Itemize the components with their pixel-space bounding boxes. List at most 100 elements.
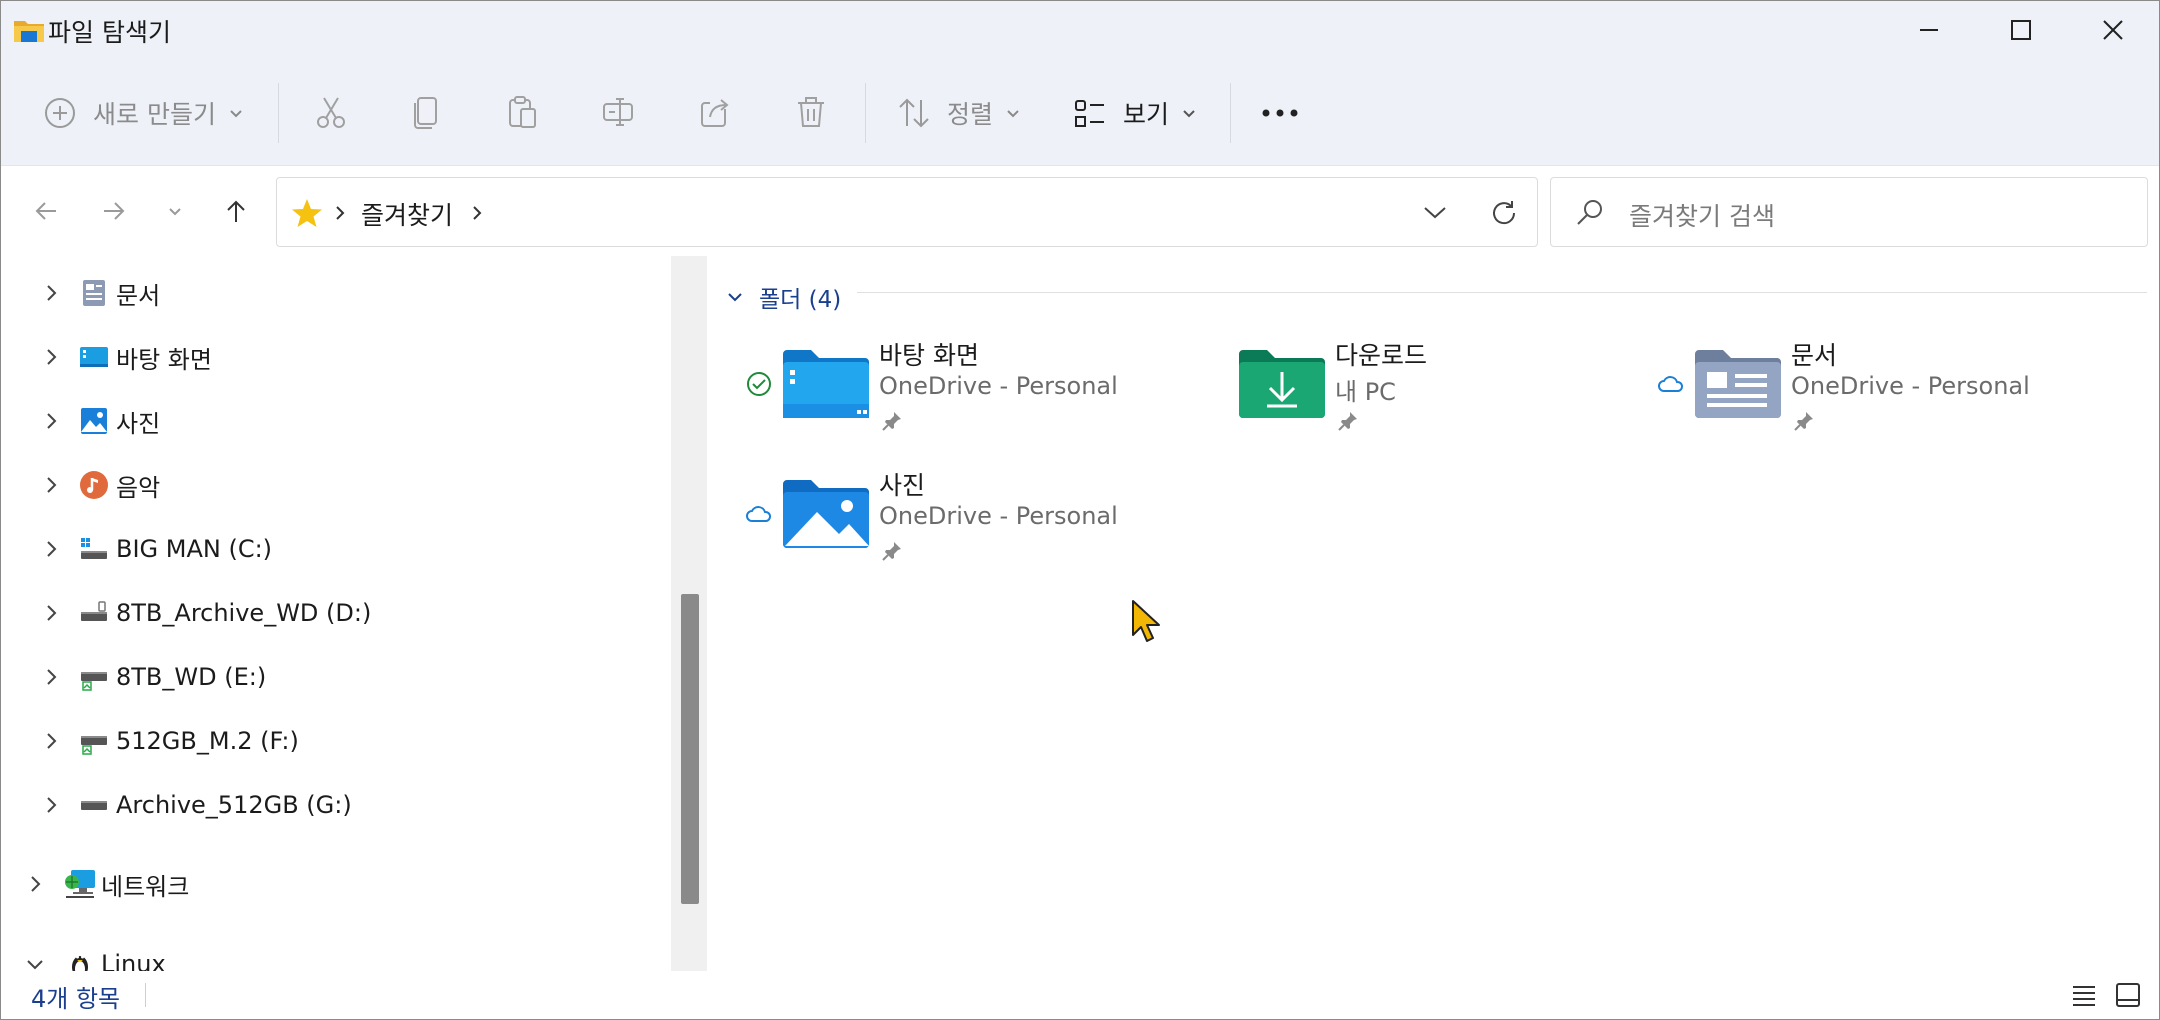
share-icon — [701, 99, 729, 127]
chevron-right-icon[interactable] — [39, 665, 63, 689]
pin-icon — [1794, 412, 1813, 431]
chevron-right-icon[interactable] — [39, 729, 63, 753]
folder-location: OneDrive - Personal — [879, 502, 1118, 530]
share-button[interactable] — [697, 90, 733, 136]
documents-folder-icon — [1695, 350, 1781, 418]
search-icon — [1577, 200, 1602, 225]
drive-icon — [81, 601, 107, 621]
folder-name: 바탕 화면 — [879, 341, 979, 370]
nav-item-music[interactable]: 음악 — [1, 460, 661, 510]
mouse-cursor-icon — [1132, 600, 1160, 642]
nav-item-drive-d[interactable]: 8TB_Archive_WD (D:) — [1, 588, 661, 638]
nav-item-drive-e[interactable]: 8TB_WD (E:) — [1, 652, 661, 702]
nav-pane-scrollbar[interactable] — [671, 256, 707, 971]
drive-icon — [81, 672, 107, 691]
group-title: 폴더 (4) — [759, 287, 842, 313]
minimize-button[interactable] — [1883, 1, 1975, 58]
group-divider — [857, 292, 2147, 293]
breadcrumb-separator-icon — [336, 206, 345, 220]
copy-button[interactable] — [409, 90, 445, 136]
breadcrumb-favorites[interactable]: 즐겨찾기 — [361, 196, 453, 232]
nav-item-label: 8TB_Archive_WD (D:) — [116, 599, 372, 627]
arrow-right-icon — [104, 202, 125, 220]
nav-item-drive-c[interactable]: BIG MAN (C:) — [1, 524, 661, 574]
file-explorer-app-icon — [14, 21, 44, 42]
folder-location: 내 PC — [1335, 378, 1396, 406]
sort-button[interactable]: 정렬 — [897, 90, 1021, 136]
rename-button[interactable] — [601, 90, 637, 136]
close-icon — [2103, 19, 2123, 40]
back-button[interactable] — [23, 188, 69, 234]
pin-icon — [882, 412, 901, 431]
copy-icon — [414, 97, 437, 129]
rename-icon — [603, 98, 633, 126]
nav-item-documents[interactable]: 문서 — [1, 268, 661, 318]
chevron-right-icon[interactable] — [39, 473, 63, 497]
nav-item-linux[interactable]: Linux — [1, 939, 661, 971]
chevron-right-icon[interactable] — [23, 872, 47, 896]
address-history-chevron-icon[interactable] — [1422, 202, 1448, 222]
up-button[interactable] — [213, 188, 259, 234]
recent-locations-button[interactable] — [152, 188, 198, 234]
more-icon — [1262, 109, 1298, 117]
search-placeholder: 즐겨찾기 검색 — [1629, 202, 1775, 231]
status-divider — [145, 983, 146, 1007]
folder-tile-downloads[interactable]: 다운로드 내 PC — [1201, 336, 1621, 446]
nav-item-label: 8TB_WD (E:) — [116, 663, 267, 691]
maximize-button[interactable] — [1975, 1, 2067, 58]
chevron-right-icon[interactable] — [39, 281, 63, 305]
documents-icon — [83, 280, 105, 306]
large-icons-view-icon[interactable] — [2115, 982, 2141, 1008]
chevron-down-icon — [1007, 110, 1019, 118]
cloud-icon — [746, 506, 772, 522]
address-row: 즐겨찾기 즐겨찾기 검색 — [1, 166, 2159, 256]
scrollbar-thumb[interactable] — [681, 594, 699, 904]
linux-icon — [72, 955, 88, 971]
chevron-right-icon[interactable] — [39, 409, 63, 433]
breadcrumb-separator-icon — [473, 206, 482, 220]
window-title: 파일 탐색기 — [48, 18, 171, 47]
folder-name: 다운로드 — [1335, 341, 1428, 370]
nav-item-drive-f[interactable]: 512GB_M.2 (F:) — [1, 716, 661, 766]
address-bar[interactable]: 즐겨찾기 — [276, 177, 1538, 247]
details-view-icon[interactable] — [2071, 983, 2097, 1007]
nav-item-label: Archive_512GB (G:) — [116, 791, 352, 819]
nav-item-desktop[interactable]: 바탕 화면 — [1, 332, 661, 382]
forward-button[interactable] — [91, 188, 137, 234]
toolbar-divider — [278, 83, 279, 143]
folders-group-header[interactable]: 폴더 (4) — [725, 280, 841, 314]
toolbar-divider — [1230, 83, 1231, 143]
music-icon — [80, 471, 108, 499]
new-button[interactable]: 새로 만들기 — [43, 90, 244, 136]
content-pane: 폴더 (4) 바탕 화면 OneDrive - Personal 다운로드 내 … — [707, 256, 2159, 971]
chevron-right-icon[interactable] — [39, 345, 63, 369]
more-button[interactable] — [1261, 90, 1299, 136]
nav-item-label: 바탕 화면 — [116, 345, 212, 374]
nav-item-drive-g[interactable]: Archive_512GB (G:) — [1, 780, 661, 830]
folder-tile-desktop[interactable]: 바탕 화면 OneDrive - Personal — [745, 336, 1165, 446]
chevron-down-icon[interactable] — [23, 952, 47, 971]
delete-button[interactable] — [793, 90, 829, 136]
refresh-icon[interactable] — [1489, 198, 1519, 228]
chevron-right-icon[interactable] — [39, 601, 63, 625]
close-button[interactable] — [2067, 1, 2159, 58]
nav-item-label: 사진 — [116, 409, 161, 438]
desktop-folder-icon — [783, 350, 869, 418]
folder-tile-pictures[interactable]: 사진 OneDrive - Personal — [745, 466, 1165, 576]
folder-tile-documents[interactable]: 문서 OneDrive - Personal — [1657, 336, 2077, 446]
cut-button[interactable] — [313, 90, 349, 136]
paste-button[interactable] — [505, 90, 541, 136]
nav-item-pictures[interactable]: 사진 — [1, 396, 661, 446]
nav-item-network[interactable]: 네트워크 — [1, 859, 661, 909]
search-box[interactable]: 즐겨찾기 검색 — [1550, 177, 2148, 247]
delete-icon — [798, 97, 824, 127]
chevron-right-icon[interactable] — [39, 537, 63, 561]
nav-item-label: BIG MAN (C:) — [116, 535, 273, 563]
arrow-left-icon — [35, 202, 56, 220]
view-button[interactable]: 보기 — [1073, 90, 1197, 136]
nav-item-label: 네트워크 — [101, 872, 190, 901]
navigation-pane: 문서 바탕 화면 사진 음악 BIG MAN (C:) 8TB_Archive_… — [1, 256, 707, 971]
chevron-right-icon[interactable] — [39, 793, 63, 817]
sort-label: 정렬 — [947, 100, 994, 129]
nav-item-label: 512GB_M.2 (F:) — [116, 727, 299, 755]
